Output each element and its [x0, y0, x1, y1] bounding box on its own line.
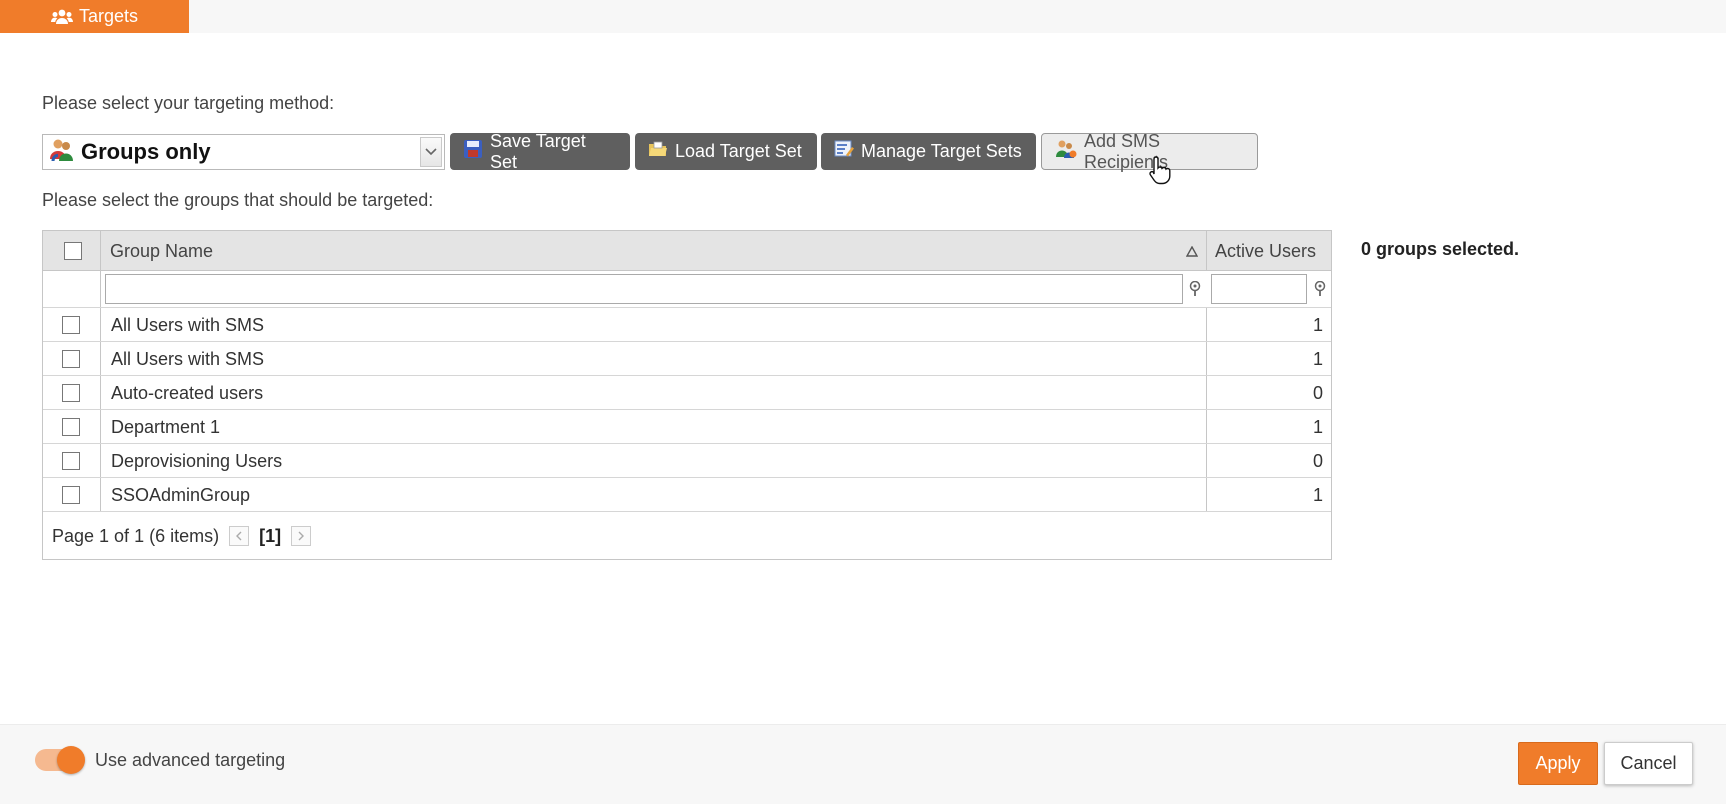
group-name-cell: [101, 308, 1207, 341]
row-checkbox[interactable]: [62, 452, 80, 470]
apply-button[interactable]: Apply: [1518, 742, 1598, 785]
select-all-checkbox[interactable]: [64, 242, 82, 260]
filter-icon[interactable]: [1313, 280, 1327, 302]
current-page[interactable]: [1]: [259, 526, 281, 547]
row-checkbox[interactable]: [62, 486, 80, 504]
pager: Page 1 of 1 (6 items) [1]: [43, 512, 1331, 560]
groups-grid: Group Name Active Users All Users with S…: [42, 230, 1332, 560]
active-users-count: 1: [1312, 349, 1323, 369]
tab-targets[interactable]: Targets: [0, 0, 189, 33]
save-target-set-button[interactable]: Save Target Set: [450, 130, 630, 172]
footer-bar: Use advanced targeting Apply Cancel: [0, 724, 1726, 804]
row-check-cell: [43, 376, 101, 409]
row-check-cell: [43, 478, 101, 511]
grid-header: Group Name Active Users: [43, 231, 1331, 271]
row-check-cell: [43, 410, 101, 443]
group-name: Deprovisioning Users: [111, 451, 283, 471]
chevron-right-icon: [298, 531, 305, 541]
row-check-cell: [43, 444, 101, 477]
row-checkbox[interactable]: [62, 316, 80, 334]
filter-icon[interactable]: [1188, 280, 1202, 302]
active-users-count: 0: [1312, 451, 1323, 471]
targeting-method-label: Please select your targeting method:: [42, 93, 335, 113]
header-check-cell: [43, 231, 101, 270]
hand-pointer-icon: [1148, 155, 1174, 190]
manage-list-icon: [834, 139, 854, 164]
group-name-cell: [101, 478, 1207, 511]
table-row[interactable]: All Users with SMS 1: [43, 342, 1331, 376]
chevron-down-icon[interactable]: [420, 137, 442, 167]
group-name: All Users with SMS: [111, 349, 265, 369]
table-row[interactable]: All Users with SMS 1: [43, 308, 1331, 342]
folder-open-icon: [648, 139, 668, 164]
row-checkbox[interactable]: [62, 418, 80, 436]
active-users-count: 0: [1312, 383, 1323, 403]
manage-target-sets-button[interactable]: Manage Target Sets: [821, 133, 1036, 170]
group-name-filter-input[interactable]: [105, 274, 1183, 304]
group-name-cell: [101, 410, 1207, 443]
column-header-group-name[interactable]: Group Name: [101, 231, 1207, 270]
next-page-button[interactable]: [291, 526, 312, 546]
pager-summary: Page 1 of 1 (6 items): [52, 525, 220, 546]
selection-summary: 0 groups selected.: [1361, 239, 1520, 259]
table-row[interactable]: Deprovisioning Users 0: [43, 444, 1331, 478]
filter-row: [43, 271, 1331, 308]
load-target-set-button[interactable]: Load Target Set: [635, 133, 817, 170]
groups-icon: [49, 137, 75, 168]
active-users-count: 1: [1312, 417, 1323, 437]
row-checkbox[interactable]: [62, 350, 80, 368]
targeting-method-value: Groups only: [81, 139, 211, 164]
active-users-count: 1: [1312, 485, 1323, 505]
column-header-group-name-label: Group Name: [110, 241, 214, 261]
chevron-left-icon: [236, 531, 242, 541]
table-row[interactable]: Auto-created users 0: [43, 376, 1331, 410]
active-users-filter-input[interactable]: [1211, 274, 1307, 304]
save-target-set-label: Save Target Set: [490, 130, 586, 172]
row-checkbox[interactable]: [62, 384, 80, 402]
group-name: Department 1: [111, 417, 221, 437]
group-name-cell: [101, 342, 1207, 375]
table-row[interactable]: SSOAdminGroup 1: [43, 478, 1331, 512]
manage-target-sets-label: Manage Target Sets: [861, 141, 1022, 161]
targeting-method-select[interactable]: Groups only: [42, 134, 445, 170]
filter-row-check-cell: [43, 271, 101, 307]
active-users-count: 1: [1312, 315, 1323, 335]
cancel-button[interactable]: Cancel: [1604, 742, 1693, 785]
sort-ascending-icon[interactable]: [1185, 244, 1199, 262]
toggle-knob: [57, 746, 85, 774]
group-name: Auto-created users: [111, 383, 264, 403]
groups-prompt-label: Please select the groups that should be …: [42, 190, 434, 210]
tab-targets-label: Targets: [78, 6, 139, 26]
prev-page-button[interactable]: [229, 526, 250, 546]
group-name: SSOAdminGroup: [111, 485, 251, 505]
top-bar: Targets: [0, 0, 1726, 33]
users-icon: [50, 9, 73, 25]
row-check-cell: [43, 342, 101, 375]
load-target-set-label: Load Target Set: [675, 141, 802, 161]
add-users-icon: [1055, 139, 1077, 164]
row-check-cell: [43, 308, 101, 341]
group-name-cell: [101, 376, 1207, 409]
floppy-disk-icon: [463, 139, 483, 164]
group-name: All Users with SMS: [111, 315, 265, 335]
column-header-active-users[interactable]: Active Users: [1207, 231, 1331, 270]
column-header-active-users-label: Active Users: [1215, 241, 1317, 261]
advanced-targeting-label: Use advanced targeting: [95, 750, 286, 770]
grid-rows: All Users with SMS 1 All Users with SMS …: [43, 308, 1331, 512]
table-row[interactable]: Department 1 1: [43, 410, 1331, 444]
advanced-targeting-toggle[interactable]: [35, 746, 85, 774]
